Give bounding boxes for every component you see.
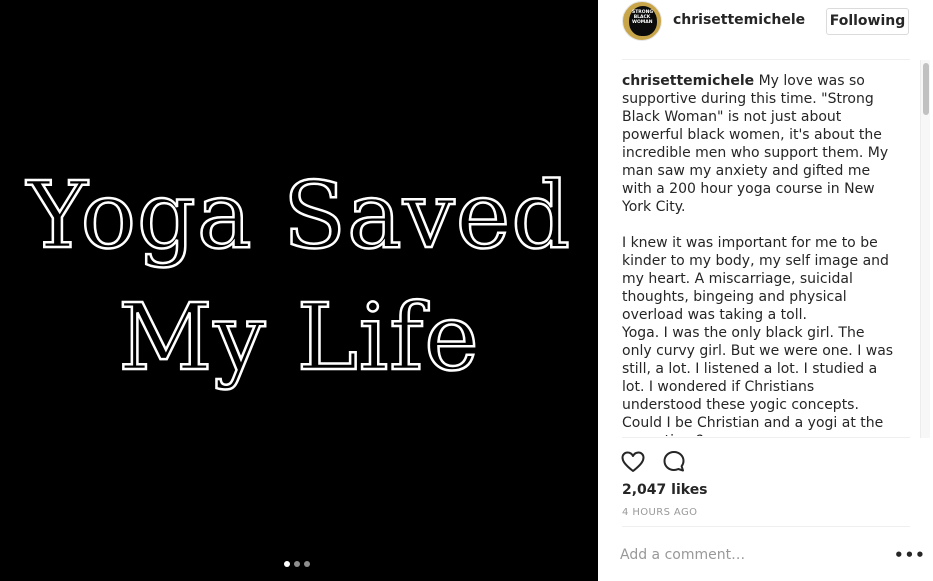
media-title-line-1: Yoga Saved (26, 162, 572, 269)
like-count[interactable]: 2,047 likes (622, 482, 708, 498)
caption: chrisettemichele My love was so supporti… (622, 72, 898, 436)
caption-username[interactable]: chrisettemichele (622, 73, 754, 89)
post-media[interactable]: Yoga Saved My Life (0, 0, 598, 581)
post-header: STRONG BLACK WOMAN chrisettemichele Foll… (598, 0, 933, 44)
carousel-indicator (284, 561, 310, 567)
like-button[interactable] (620, 449, 646, 475)
heart-icon (621, 451, 645, 472)
carousel-dot[interactable] (304, 561, 310, 567)
caption-scroll-area[interactable]: chrisettemichele My love was so supporti… (622, 72, 898, 436)
divider (622, 526, 910, 527)
caption-text: My love was so supportive during this ti… (622, 73, 894, 436)
following-button[interactable]: Following (826, 8, 909, 35)
header-username[interactable]: chrisettemichele (673, 12, 805, 28)
avatar-logo-text: STRONG BLACK WOMAN (632, 10, 654, 25)
post-timestamp[interactable]: 4 HOURS AGO (622, 507, 697, 518)
media-title-line-2: My Life (117, 284, 480, 391)
divider (622, 437, 910, 438)
comment-icon (663, 451, 685, 472)
carousel-dot-active[interactable] (284, 561, 290, 567)
comment-input[interactable] (620, 544, 870, 566)
post-side-panel: STRONG BLACK WOMAN chrisettemichele Foll… (598, 0, 933, 581)
divider (622, 59, 910, 60)
avatar[interactable]: STRONG BLACK WOMAN (622, 1, 662, 41)
caption-scrollbar[interactable] (920, 60, 930, 438)
more-options-button[interactable]: ••• (894, 545, 925, 565)
carousel-dot[interactable] (294, 561, 300, 567)
scrollbar-thumb[interactable] (923, 63, 929, 115)
comment-button[interactable] (661, 449, 687, 475)
